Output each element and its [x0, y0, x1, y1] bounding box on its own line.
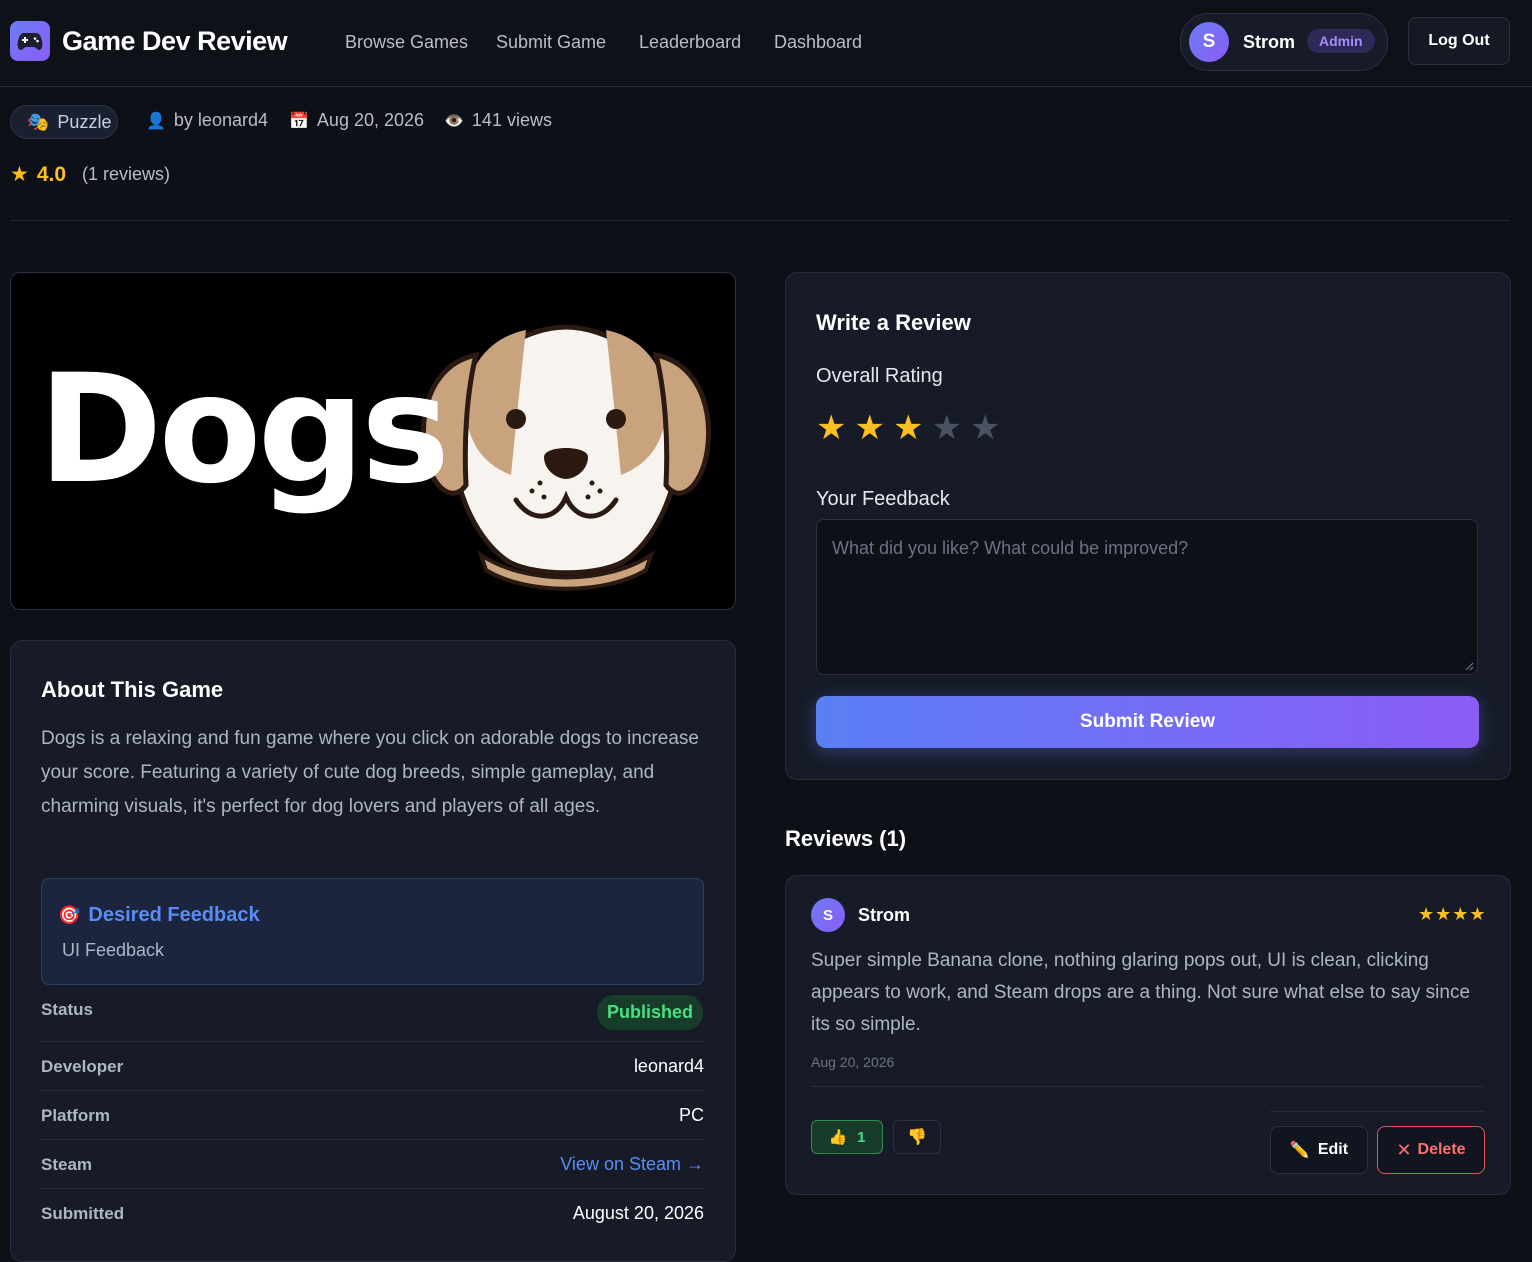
gamepad-logo-icon[interactable] [10, 21, 50, 61]
star-rating-input[interactable]: ★ ★ ★ ★ ★ [816, 408, 1000, 448]
submitted-label: Submitted [41, 1204, 125, 1223]
steam-link[interactable]: View on Steam → [560, 1154, 704, 1175]
genre-tag[interactable]: 🎭 Puzzle [10, 105, 118, 139]
logout-button[interactable]: Log Out [1408, 17, 1510, 65]
rating-star-3[interactable]: ★ [893, 408, 923, 448]
thumbs-down-icon: 👎 [907, 1129, 927, 1146]
genre-label: Puzzle [57, 111, 112, 132]
nav-browse-games[interactable]: Browse Games [345, 32, 468, 53]
reviewer-avatar: S [811, 898, 845, 932]
feedback-textarea[interactable]: What did you like? What could be improve… [816, 519, 1478, 675]
rating-star-2[interactable]: ★ [854, 408, 884, 448]
user-name: Strom [1243, 32, 1296, 52]
row-divider [41, 1188, 704, 1189]
thumbs-up-icon: 👍 [828, 1129, 848, 1146]
desired-feedback-value: UI Feedback [62, 940, 165, 960]
section-divider [10, 220, 1510, 221]
top-navigation-bar: Game Dev Review Browse Games Submit Game… [0, 0, 1532, 87]
nav-submit-game[interactable]: Submit Game [496, 32, 606, 53]
person-icon: 👤 [146, 112, 166, 130]
rating-label: Overall Rating [816, 365, 943, 387]
theater-masks-icon: 🎭 [27, 111, 50, 132]
review-star-rating: ★★★★ [1418, 904, 1487, 924]
desired-feedback-box [41, 878, 704, 985]
pencil-icon: ✏️ [1289, 1142, 1310, 1159]
author-text: by leonard4 [173, 110, 268, 130]
review-divider [811, 1086, 1484, 1087]
nav-leaderboard[interactable]: Leaderboard [639, 32, 741, 53]
feedback-placeholder: What did you like? What could be improve… [832, 538, 1189, 558]
delete-review-button[interactable]: ✕ Delete [1377, 1126, 1485, 1174]
author-meta: 👤 by leonard4 [146, 110, 268, 131]
about-heading: About This Game [41, 677, 224, 702]
avatar: S [1189, 22, 1229, 62]
delete-label: Delete [1417, 1141, 1466, 1158]
submit-review-button[interactable]: Submit Review [816, 696, 1479, 748]
rating-value: 4.0 [36, 162, 67, 186]
steam-label: Steam [41, 1155, 93, 1174]
rating-star-4[interactable]: ★ [931, 408, 961, 448]
review-text: Super simple Banana clone, nothing glari… [811, 950, 1471, 1035]
status-badge: Published [597, 995, 703, 1030]
review-date: Aug 20, 2026 [811, 1054, 895, 1070]
date-text: Aug 20, 2026 [316, 110, 425, 130]
resize-handle-icon[interactable] [1464, 661, 1474, 671]
platform-label: Platform [41, 1106, 110, 1125]
upvote-button[interactable]: 👍 1 [811, 1120, 883, 1154]
close-icon: ✕ [1396, 1139, 1412, 1160]
reviewer-name: Strom [858, 905, 911, 925]
feedback-label: Your Feedback [816, 488, 950, 510]
eye-icon: 👁️ [444, 112, 464, 130]
rating-star-5[interactable]: ★ [970, 408, 1000, 448]
upvote-count: 1 [857, 1128, 866, 1146]
brand-title[interactable]: Game Dev Review [62, 26, 288, 57]
downvote-button[interactable]: 👎 [893, 1120, 941, 1154]
date-meta: 📅 Aug 20, 2026 [289, 110, 424, 131]
desired-feedback-title: 🎯 Desired Feedback [58, 904, 260, 927]
row-divider [41, 1139, 704, 1140]
views-text: 141 views [471, 110, 552, 130]
submitted-value: August 20, 2026 [572, 1203, 704, 1223]
actions-divider [1270, 1111, 1484, 1112]
reviews-heading: Reviews (1) [785, 826, 907, 851]
views-meta: 👁️ 141 views [444, 110, 552, 131]
nav-dashboard[interactable]: Dashboard [774, 32, 862, 53]
role-badge: Admin [1307, 29, 1375, 53]
status-label: Status [41, 1000, 93, 1019]
target-icon: 🎯 [58, 905, 81, 925]
user-menu[interactable]: S Strom Admin [1180, 13, 1388, 71]
row-divider [41, 1041, 704, 1042]
cover-title: Dogs [38, 343, 450, 517]
desired-feedback-label: Desired Feedback [88, 904, 260, 926]
edit-label: Edit [1317, 1141, 1349, 1158]
game-description: Dogs is a relaxing and fun game where yo… [41, 728, 699, 817]
platform-value: PC [678, 1105, 704, 1125]
rating-star-1[interactable]: ★ [816, 408, 846, 448]
edit-review-button[interactable]: ✏️ Edit [1270, 1126, 1368, 1174]
developer-label: Developer [41, 1057, 124, 1076]
review-count: (1 reviews) [82, 164, 171, 184]
star-icon: ★ [10, 163, 29, 186]
row-divider [41, 1090, 704, 1091]
write-review-heading: Write a Review [816, 310, 971, 335]
average-rating: ★ 4.0 (1 reviews) [10, 162, 170, 187]
calendar-icon: 📅 [289, 112, 309, 130]
developer-value: leonard4 [633, 1056, 704, 1076]
